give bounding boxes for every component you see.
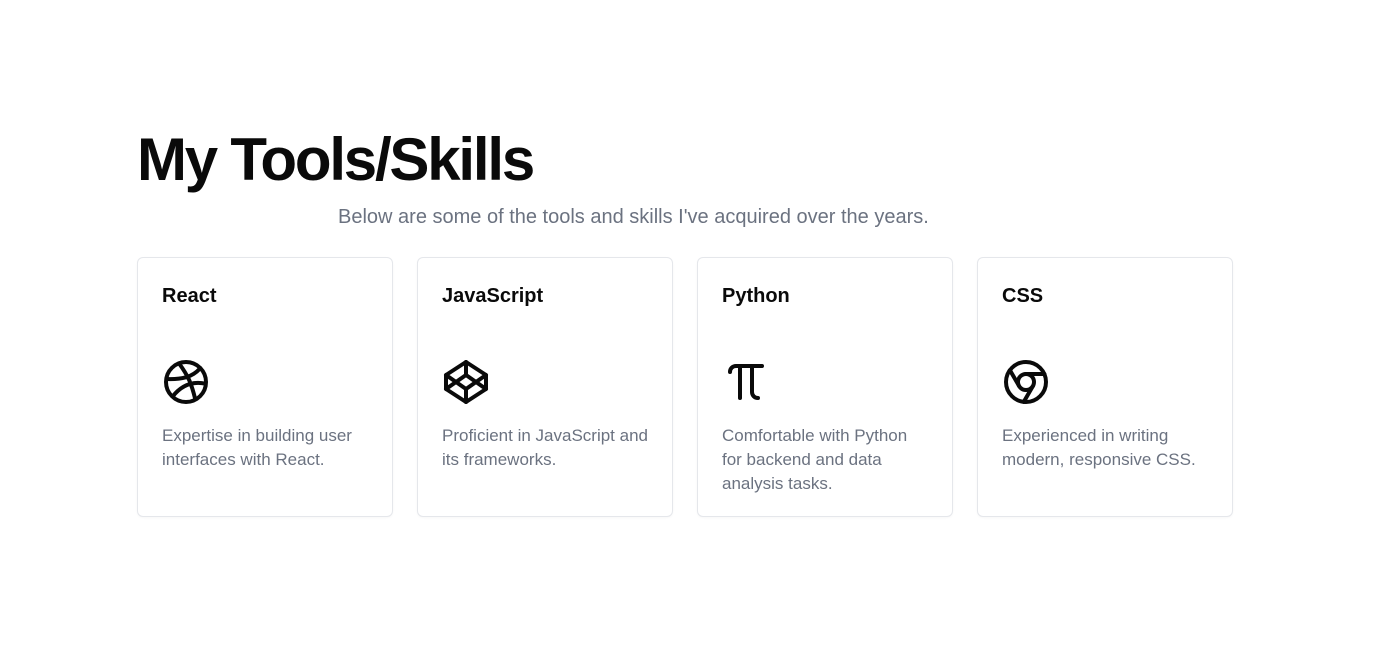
dribbble-icon (162, 358, 210, 406)
skill-card-css: CSS Experienced in writing modern, respo… (977, 257, 1233, 517)
skill-card-description: Expertise in building user interfaces wi… (162, 426, 352, 469)
skill-card-title: CSS (1002, 285, 1044, 307)
skills-section: My Tools/Skills Below are some of the to… (137, 120, 1240, 517)
skill-card-description: Experienced in writing modern, responsiv… (1002, 426, 1196, 469)
skill-card-title: JavaScript (442, 285, 544, 307)
skill-card-python: Python Comfortable with Python for backe… (697, 257, 953, 517)
skill-card-javascript: JavaScript Proficient in JavaScript and … (417, 257, 673, 517)
codepen-icon (442, 358, 490, 406)
page-subtitle: Below are some of the tools and skills I… (338, 206, 929, 228)
skills-card-grid: React Expertise in building user interfa… (137, 257, 1233, 517)
pi-icon (722, 358, 770, 406)
skill-card-description: Proficient in JavaScript and its framewo… (442, 426, 648, 469)
skill-card-title: Python (722, 285, 790, 307)
page-title: My Tools/Skills (137, 126, 535, 193)
skill-card-title: React (162, 285, 217, 307)
skill-card-react: React Expertise in building user interfa… (137, 257, 393, 517)
skill-card-description: Comfortable with Python for backend and … (722, 426, 908, 493)
chrome-icon (1002, 358, 1050, 406)
